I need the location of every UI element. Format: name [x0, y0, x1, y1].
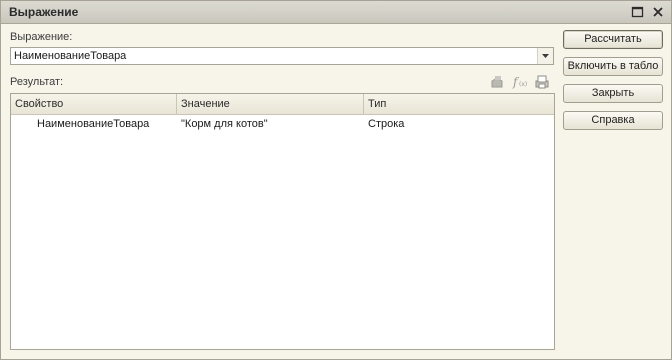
combo-dropdown-button[interactable] [537, 48, 553, 64]
chevron-down-icon [542, 54, 549, 58]
result-label: Результат: [10, 76, 64, 88]
column-header-property[interactable]: Свойство [11, 94, 177, 114]
cell-value: "Корм для котов" [181, 118, 268, 130]
svg-text:(x): (x) [519, 81, 527, 88]
result-table[interactable]: Свойство Значение Тип НаименованиеТовара… [10, 93, 555, 350]
cell-type: Строка [368, 118, 405, 130]
print-icon[interactable] [534, 74, 550, 90]
title-bar: Выражение [1, 1, 671, 24]
expression-label: Выражение: [10, 31, 73, 43]
include-in-table-button[interactable]: Включить в табло [563, 57, 663, 76]
expression-window: Выражение Выражение: НаименованиеТовара … [0, 0, 672, 360]
table-row[interactable]: НаименованиеТовара "Корм для котов" Стро… [11, 114, 554, 135]
cell-property: НаименованиеТовара [37, 118, 150, 130]
maximize-icon[interactable] [631, 5, 645, 19]
table-header: Свойство Значение Тип [11, 94, 554, 115]
help-button[interactable]: Справка [563, 111, 663, 130]
calculate-button[interactable]: Рассчитать [563, 30, 663, 49]
close-button[interactable]: Закрыть [563, 84, 663, 103]
expression-value[interactable]: НаименованиеТовара [14, 50, 126, 62]
function-icon[interactable]: f (x) [512, 74, 528, 90]
close-icon[interactable] [651, 5, 665, 19]
expression-combobox[interactable]: НаименованиеТовара [10, 47, 554, 65]
column-header-value[interactable]: Значение [177, 94, 364, 114]
window-title: Выражение [9, 5, 79, 19]
column-header-type[interactable]: Тип [364, 94, 554, 114]
insert-icon[interactable] [489, 74, 505, 90]
